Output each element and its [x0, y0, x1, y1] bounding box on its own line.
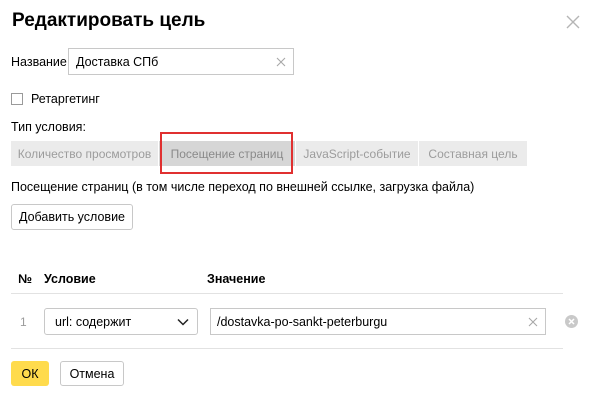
add-condition-button[interactable]: Добавить условие: [11, 204, 133, 230]
dialog-title: Редактировать цель: [12, 10, 206, 31]
column-header-value: Значение: [207, 272, 266, 286]
tab-composite-goal[interactable]: Составная цель: [419, 141, 528, 166]
condition-description: Посещение страниц (в том числе переход п…: [11, 180, 475, 194]
goal-name-input[interactable]: Доставка СПб: [68, 48, 294, 75]
cancel-button[interactable]: Отмена: [60, 361, 124, 386]
clear-icon[interactable]: [528, 317, 538, 327]
close-icon[interactable]: [565, 14, 581, 30]
tab-javascript-event[interactable]: JavaScript-событие: [296, 141, 419, 166]
condition-select-value: url: содержит: [55, 315, 132, 329]
retargeting-toggle[interactable]: Ретаргетинг: [11, 92, 100, 106]
clear-icon[interactable]: [276, 57, 286, 67]
condition-value-text: /dostavka-po-sankt-peterburgu: [217, 315, 388, 329]
condition-value-input[interactable]: /dostavka-po-sankt-peterburgu: [210, 308, 546, 335]
chevron-down-icon: [177, 318, 189, 326]
retargeting-checkbox[interactable]: [11, 93, 23, 105]
condition-select[interactable]: url: содержит: [44, 308, 198, 335]
condition-type-label: Тип условия:: [11, 120, 86, 134]
retargeting-label: Ретаргетинг: [31, 92, 100, 106]
ok-button[interactable]: ОК: [11, 361, 49, 386]
name-label: Название: [11, 55, 67, 69]
remove-condition-icon[interactable]: [565, 315, 578, 328]
row-number: 1: [20, 315, 27, 329]
highlight-frame: [160, 132, 293, 174]
column-header-number: №: [18, 272, 32, 286]
tab-page-views-count[interactable]: Количество просмотров: [11, 141, 159, 166]
column-header-condition: Условие: [44, 272, 96, 286]
goal-name-value: Доставка СПб: [76, 55, 159, 69]
